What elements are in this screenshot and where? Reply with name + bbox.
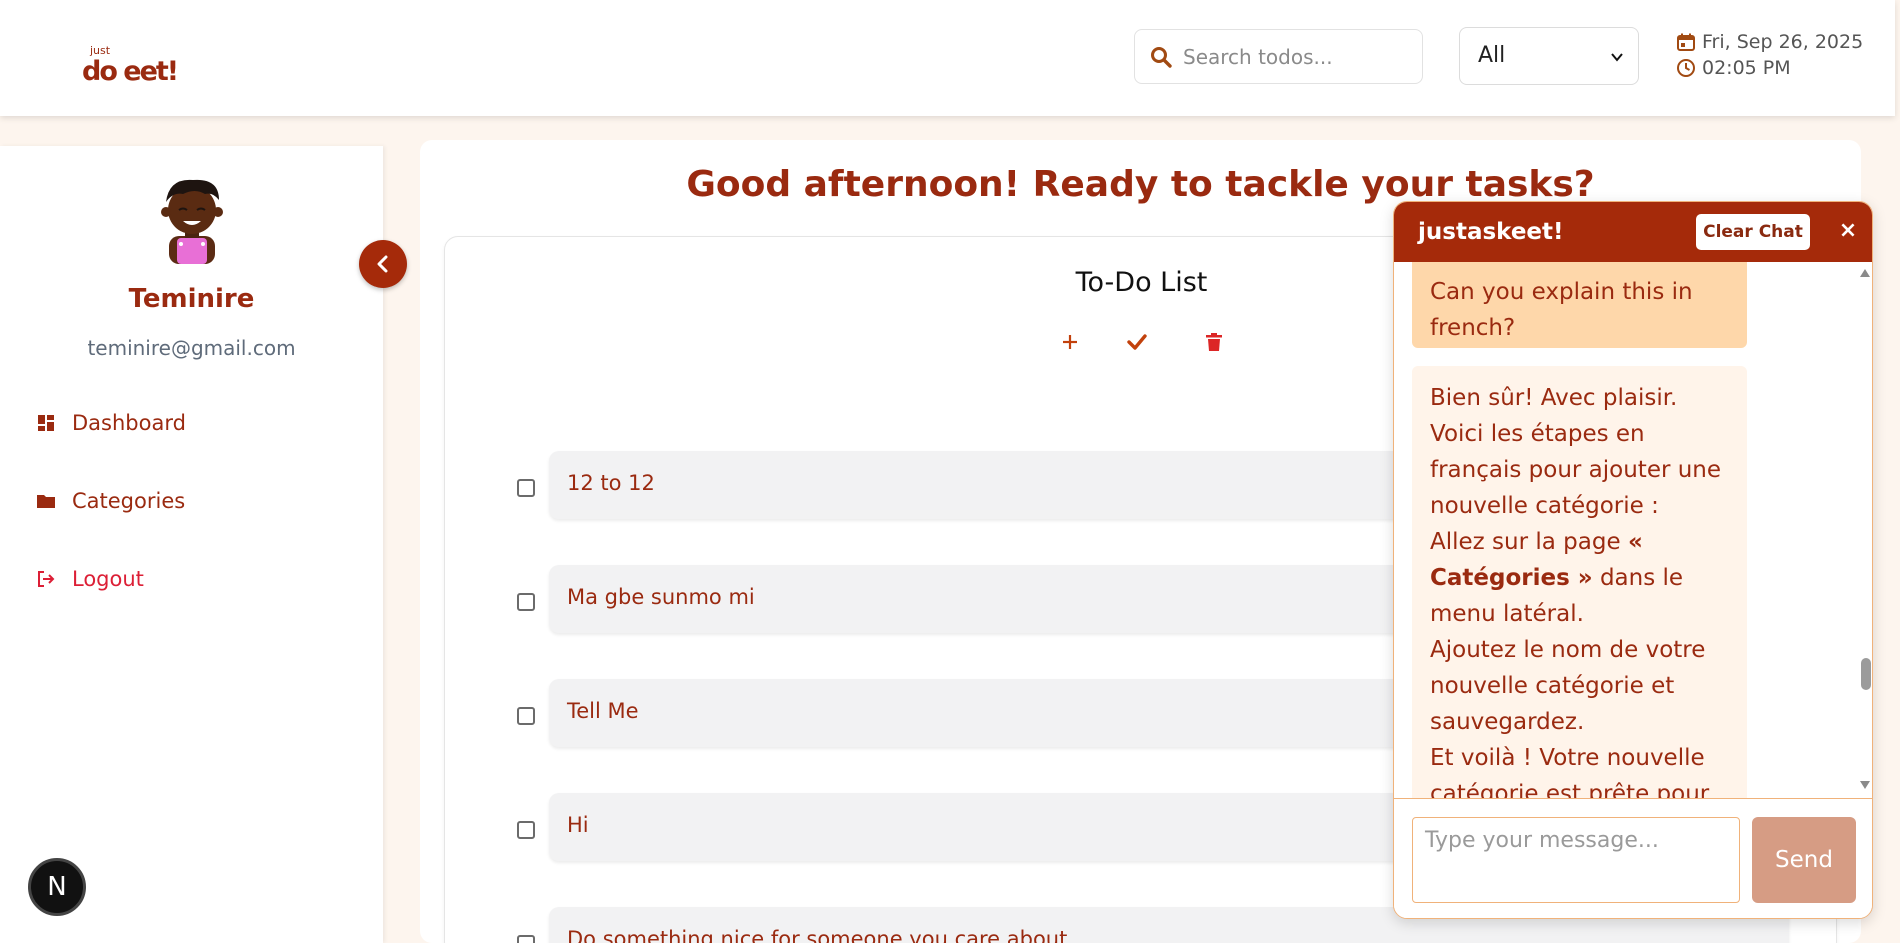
sidebar-item-label: Categories — [72, 489, 186, 513]
bot-message-intro: Bien sûr! Avec plaisir. Voici les étapes… — [1430, 385, 1722, 519]
logo-text: do eet! — [82, 56, 179, 87]
sidebar: Teminire teminire@gmail.com Dashboard Ca… — [0, 146, 383, 943]
user-message: Can you explain this in french? — [1412, 262, 1747, 348]
chat-panel: justaskeet! Clear Chat × Can you explain… — [1393, 201, 1873, 919]
todo-checkbox[interactable] — [517, 707, 535, 725]
search-input[interactable] — [1183, 42, 1408, 72]
check-icon — [1127, 334, 1147, 350]
dev-tools-badge[interactable]: N — [28, 858, 86, 916]
chat-message-input[interactable] — [1412, 817, 1740, 903]
chat-messages[interactable]: Can you explain this in french? Bien sûr… — [1394, 262, 1872, 798]
search-icon — [1151, 47, 1172, 68]
chat-title: justaskeet! — [1418, 219, 1564, 245]
bot-message-outro: Et voilà ! Votre nouvelle catégorie est … — [1430, 745, 1710, 798]
date-time-display: Fri, Sep 26, 2025 02:05 PM — [1676, 29, 1863, 81]
todo-item-text: 12 to 12 — [567, 471, 655, 495]
sidebar-item-label: Dashboard — [72, 411, 186, 435]
todo-checkbox[interactable] — [517, 479, 535, 497]
page-title: Good afternoon! Ready to tackle your tas… — [686, 164, 1595, 205]
profile-email: teminire@gmail.com — [87, 336, 296, 360]
sidebar-item-categories[interactable]: Categories — [36, 489, 185, 513]
trash-icon — [1206, 333, 1222, 351]
scroll-up-arrow-icon[interactable] — [1859, 268, 1871, 278]
calendar-icon — [1677, 33, 1695, 51]
complete-todos-button[interactable] — [1124, 329, 1150, 355]
collapse-sidebar-button[interactable] — [359, 240, 407, 288]
category-filter-select[interactable]: All — [1459, 27, 1639, 85]
add-todo-button[interactable] — [1057, 329, 1083, 355]
todo-checkbox[interactable] — [517, 935, 535, 943]
folder-icon — [37, 495, 55, 508]
bot-step-text: Allez sur la page — [1430, 529, 1628, 555]
chat-input-area: Send — [1394, 798, 1872, 918]
todo-item-text: Ma gbe sunmo mi — [567, 585, 755, 609]
scrollbar-thumb[interactable] — [1861, 658, 1871, 690]
sidebar-item-logout[interactable]: Logout — [36, 567, 144, 591]
filter-selected-value: All — [1478, 43, 1506, 68]
bot-message-step: Allez sur la page « Catégories » dans le… — [1430, 524, 1729, 632]
chevron-left-icon — [377, 255, 388, 273]
profile-name: Teminire — [128, 284, 255, 314]
send-button[interactable]: Send — [1752, 817, 1856, 903]
close-chat-button[interactable]: × — [1834, 216, 1862, 246]
plus-icon — [1063, 335, 1077, 349]
clear-chat-button[interactable]: Clear Chat — [1696, 214, 1810, 250]
search-box[interactable] — [1134, 29, 1423, 84]
bot-message: Bien sûr! Avec plaisir. Voici les étapes… — [1412, 366, 1747, 798]
clock-icon — [1677, 59, 1695, 77]
top-header: just do eet! All Fri, Sep 26, 2025 — [0, 0, 1895, 116]
todo-checkbox[interactable] — [517, 593, 535, 611]
scroll-down-arrow-icon[interactable] — [1859, 780, 1871, 790]
todo-item-text: Tell Me — [567, 699, 639, 723]
sidebar-item-dashboard[interactable]: Dashboard — [36, 411, 186, 435]
logout-icon — [38, 571, 55, 587]
todo-checkbox[interactable] — [517, 821, 535, 839]
current-date: Fri, Sep 26, 2025 — [1702, 31, 1864, 53]
todo-item-text: Hi — [567, 813, 589, 837]
avatar — [161, 179, 223, 264]
sidebar-item-label: Logout — [72, 567, 144, 591]
current-time: 02:05 PM — [1702, 57, 1791, 79]
dashboard-icon — [38, 415, 54, 431]
delete-todos-button[interactable] — [1201, 329, 1227, 355]
chat-header: justaskeet! Clear Chat × — [1394, 202, 1872, 262]
todo-item-text: Do something nice for someone you care a… — [567, 927, 1068, 943]
chevron-down-icon — [1611, 53, 1623, 62]
chat-scrollbar[interactable] — [1856, 262, 1872, 798]
bot-message-step: Ajoutez le nom de votre nouvelle catégor… — [1430, 637, 1706, 735]
